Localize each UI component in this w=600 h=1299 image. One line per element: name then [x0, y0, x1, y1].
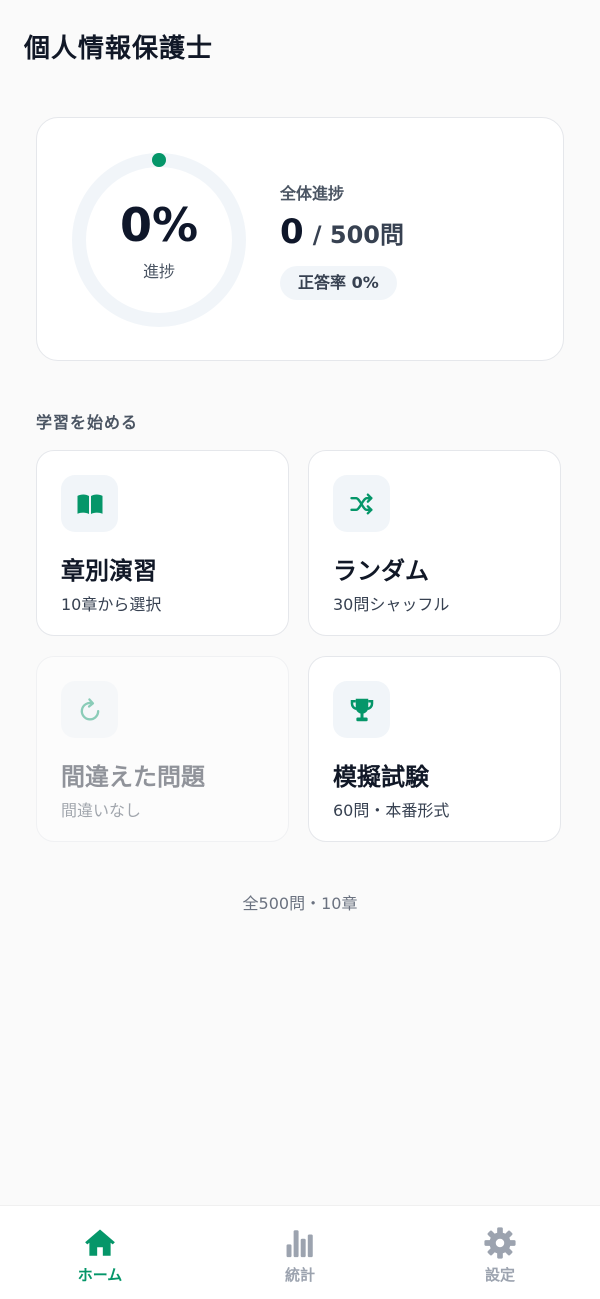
progress-card: 0% 進捗 全体進捗 0 / 500問 正答率 0% [36, 117, 564, 361]
nav-settings[interactable]: 設定 [440, 1226, 560, 1286]
bar-chart-icon [286, 1230, 313, 1258]
wrong-answers-card: 間違えた問題 間違いなし [36, 656, 289, 842]
card-subtitle: 10章から選択 [61, 595, 162, 614]
trophy-icon [333, 681, 390, 738]
card-subtitle: 30問シャッフル [333, 595, 450, 614]
accuracy-badge: 正答率 0% [280, 266, 397, 300]
progress-percent: 0% [119, 198, 199, 252]
card-subtitle: 間違いなし [61, 801, 142, 820]
chapter-practice-card[interactable]: 章別演習 10章から選択 [36, 450, 289, 636]
retry-icon [61, 681, 118, 738]
card-title: 間違えた問題 [61, 763, 205, 791]
shuffle-icon [333, 475, 390, 532]
app-title: 個人情報保護士 [24, 34, 214, 64]
card-title: ランダム [333, 557, 429, 585]
book-icon [61, 475, 118, 532]
overall-progress-label: 全体進捗 [280, 184, 345, 203]
bottom-nav: ホーム 統計 設定 [0, 1205, 600, 1299]
section-heading: 学習を始める [36, 413, 139, 432]
card-title: 模擬試験 [333, 763, 429, 791]
mock-exam-card[interactable]: 模擬試験 60問・本番形式 [308, 656, 561, 842]
footer-note: 全500問・10章 [242, 894, 358, 913]
nav-label: 統計 [284, 1266, 315, 1284]
random-card[interactable]: ランダム 30問シャッフル [308, 450, 561, 636]
nav-stats[interactable]: 統計 [240, 1226, 360, 1286]
nav-label: ホーム [77, 1266, 123, 1284]
progress-ring: 0% 進捗 [71, 152, 247, 328]
card-subtitle: 60問・本番形式 [333, 801, 450, 820]
overall-progress-count: 0 / 500問 [280, 212, 404, 252]
home-icon [85, 1229, 115, 1256]
answered-count: 0 [280, 212, 304, 252]
progress-label: 進捗 [142, 262, 175, 281]
progress-ring-dot [152, 153, 166, 167]
total-count: / 500問 [312, 221, 404, 249]
card-title: 章別演習 [61, 557, 157, 585]
gear-icon [484, 1227, 516, 1259]
nav-label: 設定 [484, 1266, 515, 1284]
nav-home[interactable]: ホーム [40, 1226, 160, 1286]
